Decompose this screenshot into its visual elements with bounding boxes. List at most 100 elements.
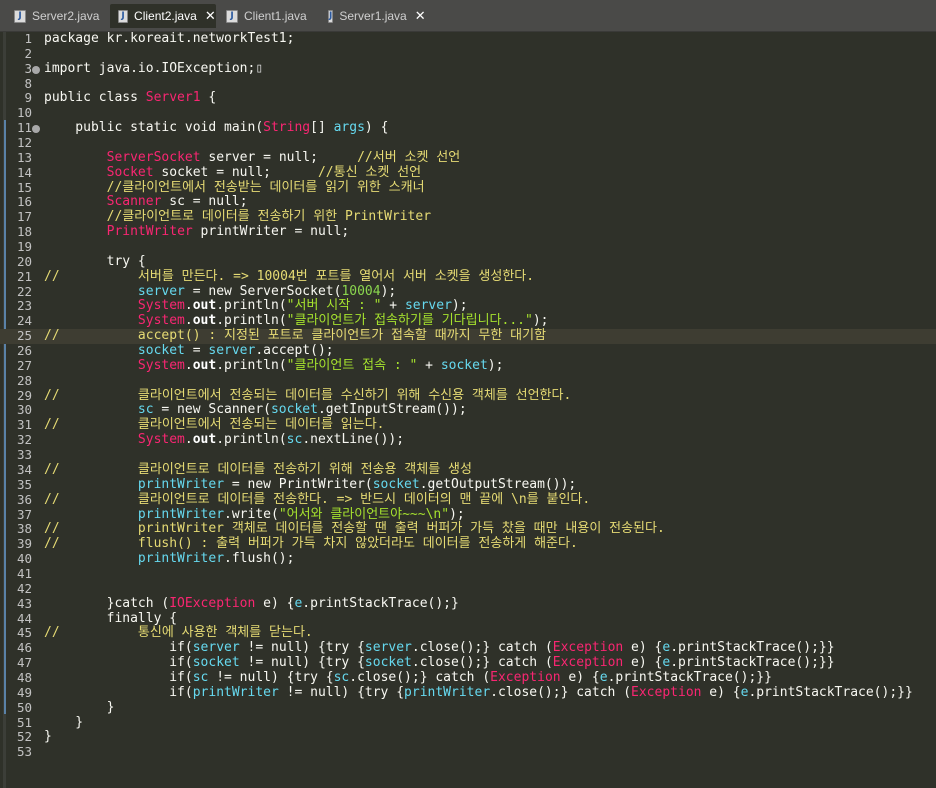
code-token: = new Scanner(: [153, 402, 271, 418]
code-line[interactable]: 9 public class Server1 {: [0, 91, 936, 106]
line-number: 26: [16, 343, 32, 359]
code-line[interactable]: 28: [0, 373, 936, 389]
code-line[interactable]: 42: [0, 581, 936, 597]
code-line[interactable]: 44 finally {: [0, 611, 936, 627]
line-number: 16: [16, 194, 32, 210]
code-line[interactable]: 30 sc = new Scanner(socket.getInputStrea…: [0, 403, 936, 418]
code-token: out: [192, 357, 217, 373]
code-line[interactable]: 49 if(printWriter != null) {try {printWr…: [0, 684, 936, 701]
code-editor[interactable]: 1 package kr.koreait.networkTest1; 2 3 impor…: [0, 31, 936, 788]
code-token: if(: [44, 684, 193, 700]
code-line[interactable]: 15 //클라이언트에서 전송받는 데이터를 읽기 위한 스캐너: [0, 180, 936, 196]
code-line[interactable]: 13 ServerSocket server = null; //서버 소켓 선…: [0, 149, 936, 166]
code-line[interactable]: 36 // 클라이언트로 데이터를 전송한다. => 반드시 데이터의 맨 끝에 …: [0, 492, 936, 508]
code-line[interactable]: 27 System.out.println("클라이언트 접속 : " + so…: [0, 357, 936, 374]
code-line[interactable]: 38 // printWriter 객체로 데이터를 전송할 땐 출력 버퍼가 가…: [0, 521, 936, 537]
code-line[interactable]: 47 if(socket != null) {try {socket.close…: [0, 655, 936, 671]
code-line[interactable]: 53: [0, 744, 936, 760]
code-token: .printStackTrace();}}: [670, 640, 835, 656]
code-line[interactable]: 37 printWriter.write("어서와 클라이언트야~~~\n");: [0, 506, 936, 523]
line-code: import java.io.IOException;▯: [44, 61, 263, 77]
line-code: System.out.println("서버 시작 : " + server);: [44, 299, 468, 314]
code-line[interactable]: 22 server = new ServerSocket(10004);: [0, 283, 936, 300]
code-line[interactable]: 35 printWriter = new PrintWriter(socket.…: [0, 477, 936, 493]
code-line[interactable]: 21 // 서버를 만든다. => 10004번 포트를 열어서 서버 소켓을 생…: [0, 268, 936, 285]
code-line[interactable]: 51 }: [0, 715, 936, 731]
code-line[interactable]: 12: [0, 135, 936, 151]
line-code: // flush() : 출력 버퍼가 가득 차지 않았더라도 데이터를 전송하…: [44, 536, 578, 552]
code-line[interactable]: 8: [0, 76, 936, 92]
code-line[interactable]: 14 Socket socket = null; //통신 소켓 선언: [0, 164, 936, 181]
code-line[interactable]: 2: [0, 46, 936, 62]
code-token: server = null;: [200, 149, 358, 165]
code-line[interactable]: 43 }catch (IOException e) {e.printStackT…: [0, 595, 936, 612]
code-line[interactable]: 34 // 클라이언트로 데이터를 전송하기 위해 전송용 객체를 생성: [0, 462, 936, 478]
code-line[interactable]: 48 if(sc != null) {try {sc.close();} cat…: [0, 669, 936, 686]
fold-toggle-icon[interactable]: [32, 65, 40, 74]
code-line[interactable]: 39 // flush() : 출력 버퍼가 가득 차지 않았더라도 데이터를 전…: [0, 536, 936, 552]
tab-client1-java[interactable]: J Client1.java: [218, 4, 318, 28]
code-line[interactable]: 23 System.out.println("서버 시작 : " + serve…: [0, 299, 936, 314]
code-line[interactable]: 19: [0, 239, 936, 255]
line-code: ServerSocket server = null; //서버 소켓 선언: [44, 149, 461, 166]
code-line[interactable]: 33: [0, 447, 936, 463]
line-number: 33: [16, 447, 32, 463]
code-line[interactable]: 31 // 클라이언트에서 전송되는 데이터를 읽는다.: [0, 417, 936, 433]
code-line[interactable]: 29 // 클라이언트에서 전송되는 데이터를 수신하기 위해 수신용 객체를 선…: [0, 388, 936, 404]
code-token: System: [137, 313, 185, 329]
close-icon[interactable]: ✕: [205, 9, 216, 24]
code-token: if(: [44, 669, 193, 685]
code-line[interactable]: 1 package kr.koreait.networkTest1;: [0, 31, 936, 47]
code-line[interactable]: 41: [0, 566, 936, 582]
code-token: Socket: [106, 164, 154, 180]
code-line[interactable]: 16 Scanner sc = null;: [0, 195, 936, 210]
code-token: "서버 시작 : ": [286, 298, 382, 314]
code-token: Exception: [552, 655, 624, 671]
code-token: if(: [44, 655, 193, 671]
code-line[interactable]: 45 // 통신에 사용한 객체를 닫는다.: [0, 625, 936, 641]
line-number: 49: [16, 684, 32, 700]
code-token: != null) {try {: [239, 640, 365, 656]
code-line[interactable]: 3 import java.io.IOException;▯: [0, 61, 936, 77]
tab-server2-java[interactable]: J Server2.java: [6, 4, 106, 28]
code-line[interactable]: 32 System.out.println(sc.nextLine());: [0, 432, 936, 448]
code-token: Exception: [631, 684, 702, 700]
tab-server1-java[interactable]: J Server1.java ✕: [320, 4, 426, 28]
code-line[interactable]: 25 // accept() : 지정된 포트로 클라이언트가 접속할 때까지 무…: [0, 328, 936, 345]
code-token: .println(: [216, 357, 287, 373]
code-line[interactable]: 40 printWriter.flush();: [0, 551, 936, 567]
fold-toggle-icon[interactable]: [32, 125, 40, 134]
code-token: e) {: [701, 684, 741, 700]
code-token: socket = null;: [153, 164, 318, 180]
code-token: printWriter: [137, 551, 225, 567]
code-token: e) {: [623, 655, 663, 671]
code-line[interactable]: 18 PrintWriter printWriter = null;: [0, 224, 936, 240]
tab-client2-java[interactable]: J Client2.java ✕: [110, 4, 216, 28]
code-token: {: [200, 90, 217, 106]
code-token: +: [417, 357, 441, 373]
code-token: // 서버를 만든다. => 10004번 포트를 열어서 서버 소켓을 생성한…: [44, 268, 535, 284]
code-line[interactable]: 20 try {: [0, 254, 936, 270]
code-line[interactable]: 52}: [0, 729, 936, 745]
line-number: 43: [16, 595, 32, 611]
code-line[interactable]: 50 }: [0, 700, 936, 716]
code-token: .println(: [216, 298, 287, 314]
code-token: .: [184, 313, 193, 329]
close-icon[interactable]: ✕: [415, 9, 426, 24]
code-token: []: [310, 120, 334, 136]
code-line[interactable]: 17 //클라이언트로 데이터를 전송하기 위한 PrintWriter: [0, 209, 936, 225]
line-number: 37: [16, 506, 32, 522]
line-code: PrintWriter printWriter = null;: [44, 224, 350, 240]
code-line[interactable]: 24 System.out.println("클라이언트가 접속하기를 기다립니…: [0, 313, 936, 329]
code-token: =: [184, 343, 209, 359]
code-token: printWriter: [192, 684, 279, 700]
code-line[interactable]: 10: [0, 105, 936, 121]
code-line[interactable]: 46 if(server != null) {try {server.close…: [0, 640, 936, 656]
code-token: "클라이언트 접속 : ": [286, 357, 418, 373]
code-line[interactable]: 11 public static void main(String[] args…: [0, 120, 936, 136]
code-line[interactable]: 26 socket = server.accept();: [0, 343, 936, 359]
code-token: );: [380, 283, 397, 299]
